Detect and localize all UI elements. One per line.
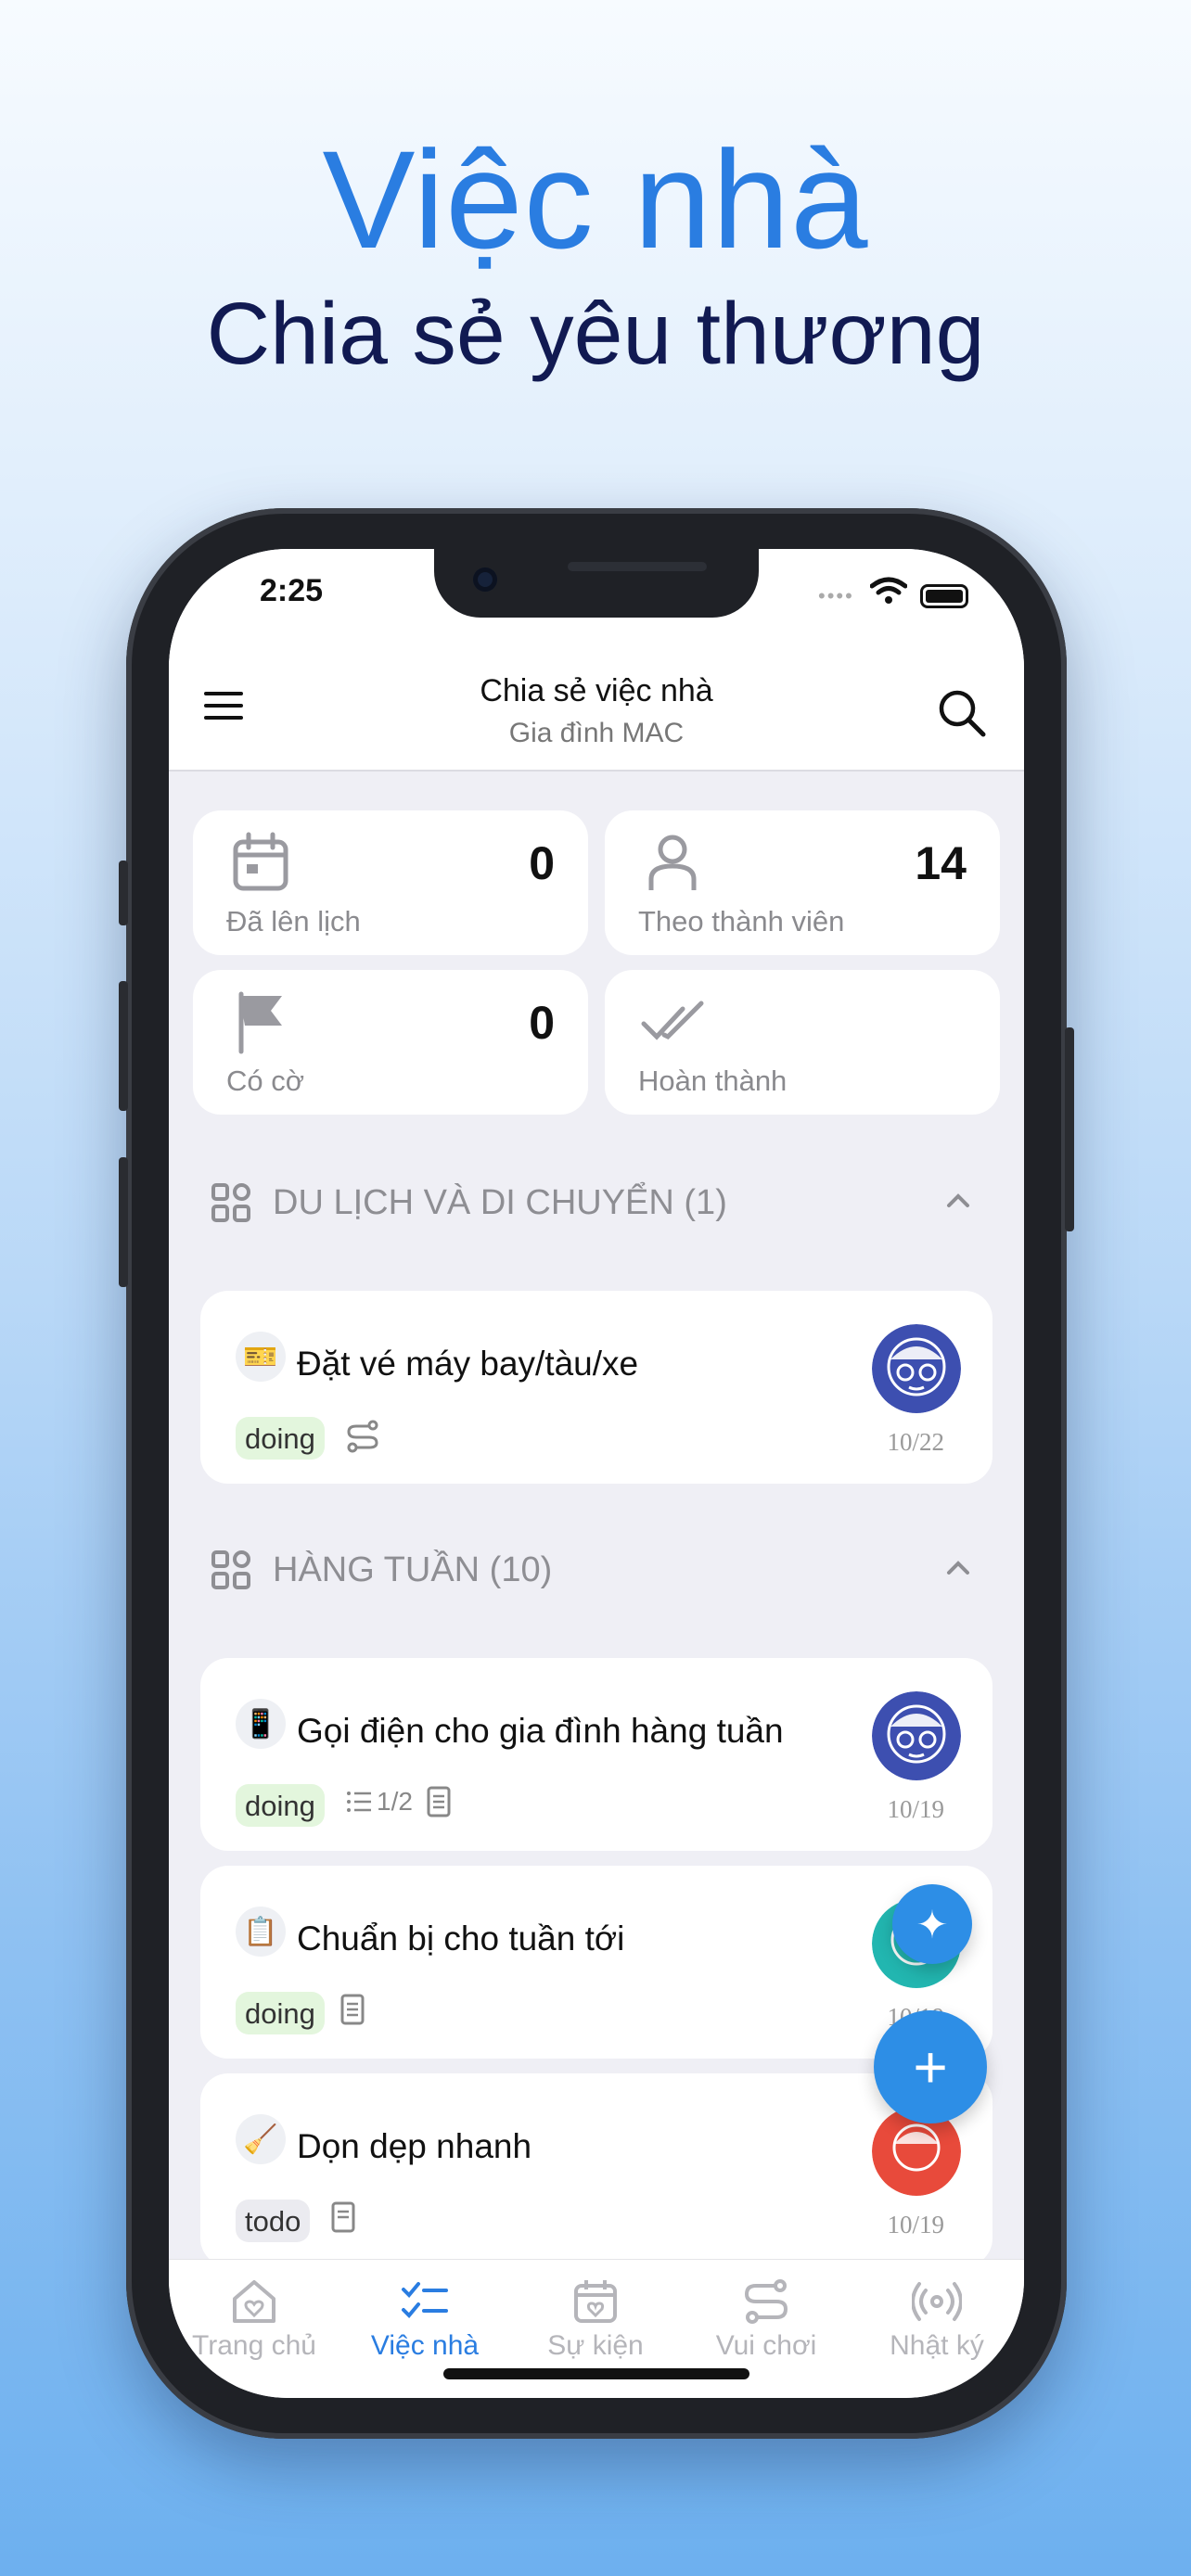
tab-label: Sự kiện: [547, 2330, 644, 2361]
route-icon: [347, 1420, 378, 1453]
speaker: [568, 562, 707, 571]
stat-by-member[interactable]: 14 Theo thành viên: [605, 810, 1000, 955]
route-icon: [744, 2279, 788, 2324]
stat-count: 0: [529, 997, 555, 1049]
chevron-up-icon[interactable]: [944, 1554, 972, 1582]
stat-label: Đã lên lịch: [226, 905, 361, 937]
phone-frame: 2:25 •••• Chia sẻ việc nhà Gia đình MAC: [119, 508, 1074, 2439]
app-header: Chia sẻ việc nhà Gia đình MAC: [169, 651, 1024, 772]
section-title: HÀNG TUẦN (10): [273, 1550, 553, 1589]
task-meta: [339, 1994, 365, 2025]
calendar-icon: [233, 832, 288, 891]
phone-screen: 2:25 •••• Chia sẻ việc nhà Gia đình MAC: [169, 549, 1024, 2398]
stat-scheduled[interactable]: 0 Đã lên lịch: [193, 810, 588, 955]
ai-sparkle-button[interactable]: ✦: [892, 1884, 972, 1964]
task-title: Chuẩn bị cho tuần tới: [297, 1919, 625, 1958]
home-indicator[interactable]: [443, 2368, 749, 2379]
subtask-progress: 1/2: [377, 1787, 413, 1816]
avatar: [872, 1691, 961, 1780]
task-date: 10/22: [887, 1428, 944, 1456]
stat-count: 14: [915, 837, 967, 889]
task-date: 10/19: [887, 2211, 944, 2238]
status-time: 2:25: [260, 573, 324, 608]
tab-diary[interactable]: Nhật ký: [852, 2276, 1022, 2362]
hero-subtitle: Chia sẻ yêu thương: [206, 285, 985, 383]
section-header-weekly[interactable]: HÀNG TUẦN (10): [211, 1541, 981, 1597]
task-date: 10/19: [887, 1795, 944, 1823]
stat-flagged[interactable]: 0 Có cờ: [193, 970, 588, 1115]
volume-down-button: [119, 1157, 128, 1287]
task-meta: [345, 1419, 380, 1454]
category-grid-icon: [211, 1550, 250, 1589]
task-card[interactable]: 🎫 Đặt vé máy bay/tàu/xe doing 10/22: [200, 1291, 992, 1484]
tab-label: Trang chủ: [192, 2330, 316, 2361]
mute-switch: [119, 861, 128, 925]
home-heart-icon: [233, 2280, 275, 2323]
header-subtitle: Gia đình MAC: [508, 718, 685, 748]
checklist-icon: [402, 2282, 448, 2318]
status-badge: todo: [236, 2200, 311, 2242]
signal-icon: ••••: [818, 584, 854, 607]
ticket-icon: 🎫: [236, 1332, 286, 1382]
stat-completed[interactable]: Hoàn thành: [605, 970, 1000, 1115]
status-badge: doing: [236, 1784, 325, 1827]
wifi-icon: [870, 577, 907, 604]
task-card[interactable]: 📱 Gọi điện cho gia đình hàng tuần doing …: [200, 1658, 992, 1851]
tab-home[interactable]: Trang chủ: [169, 2276, 339, 2362]
search-icon[interactable]: [935, 686, 987, 738]
person-icon: [648, 835, 697, 890]
task-title: Gọi điện cho gia đình hàng tuần: [297, 1712, 784, 1750]
header-title: Chia sẻ việc nhà: [480, 673, 713, 708]
stat-label: Có cờ: [226, 1065, 305, 1097]
hero-title: Việc nhà: [322, 121, 869, 277]
double-check-icon: [641, 1001, 704, 1040]
volume-up-button: [119, 981, 128, 1111]
calendar-heart-icon: [574, 2280, 617, 2323]
task-title: Đặt vé máy bay/tàu/xe: [297, 1345, 639, 1383]
clipboard-icon: 📋: [236, 1906, 286, 1957]
tab-fun[interactable]: Vui chơi: [681, 2276, 852, 2362]
power-button: [1065, 1027, 1074, 1231]
task-meta: 1/2: [345, 1786, 452, 1817]
note-icon: [427, 1786, 451, 1817]
stat-label: Hoàn thành: [638, 1065, 788, 1097]
category-grid-icon: [211, 1183, 250, 1222]
notch: [434, 549, 759, 618]
camera: [473, 567, 497, 592]
section-header-travel[interactable]: DU LỊCH VÀ DI CHUYỂN (1): [211, 1174, 981, 1230]
section-title: DU LỊCH VÀ DI CHUYỂN (1): [273, 1183, 727, 1222]
plus-icon: +: [913, 2034, 948, 2100]
status-badge: doing: [236, 1992, 325, 2034]
sparkle-icon: ✦: [916, 1902, 949, 1946]
tab-label: Việc nhà: [370, 2330, 480, 2361]
checklist-icon: [347, 1792, 371, 1812]
tab-label: Vui chơi: [715, 2330, 817, 2361]
note-icon: [340, 1994, 365, 2025]
broom-icon: 🧹: [236, 2114, 286, 2164]
stat-label: Theo thành viên: [638, 905, 845, 937]
broadcast-icon: [912, 2282, 962, 2321]
tab-label: Nhật ký: [890, 2330, 984, 2361]
task-meta: [330, 2201, 356, 2233]
task-card[interactable]: 📋 Chuẩn bị cho tuần tới doing 10/19: [200, 1866, 992, 2059]
tab-chores[interactable]: Việc nhà: [339, 2276, 510, 2362]
chevron-up-icon[interactable]: [944, 1187, 972, 1215]
phone-icon: 📱: [236, 1699, 286, 1749]
flag-icon: [238, 991, 282, 1054]
stat-count: 0: [529, 837, 555, 889]
tab-events[interactable]: Sự kiện: [510, 2276, 681, 2362]
battery-icon: [920, 584, 968, 608]
avatar: [872, 1324, 961, 1413]
add-task-button[interactable]: +: [874, 2010, 987, 2123]
task-title: Dọn dẹp nhanh: [297, 2127, 532, 2165]
note-icon: [331, 2201, 355, 2233]
task-card[interactable]: 🧹 Dọn dẹp nhanh todo 10/19: [200, 2073, 992, 2259]
status-badge: doing: [236, 1417, 325, 1460]
